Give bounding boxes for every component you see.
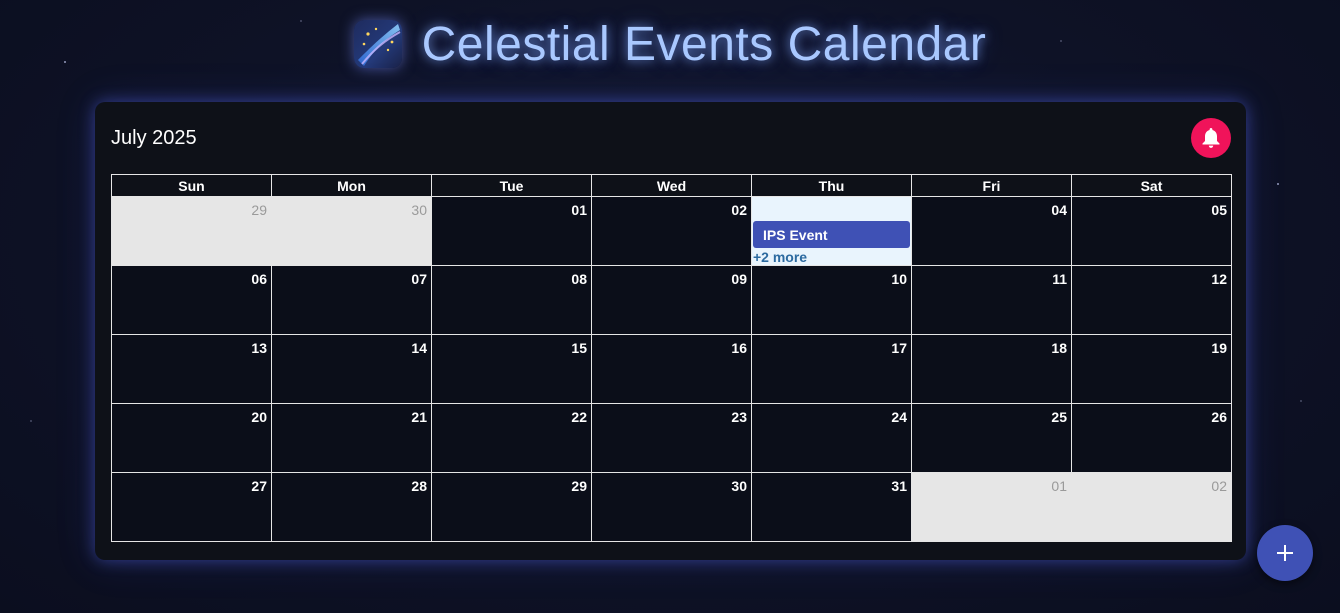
day-cell[interactable]: 13: [112, 335, 272, 404]
day-number: 29: [251, 202, 267, 218]
more-events-link[interactable]: +2 more: [753, 249, 807, 265]
day-cell[interactable]: 12: [1072, 266, 1232, 335]
day-cell-outside-month[interactable]: 30: [272, 197, 432, 266]
day-number: 27: [251, 478, 267, 494]
day-cell[interactable]: 28: [272, 473, 432, 542]
day-number: 10: [891, 271, 907, 287]
day-cell[interactable]: 10: [752, 266, 912, 335]
weekday-header: Tue: [432, 175, 592, 197]
day-number: 11: [1052, 271, 1067, 287]
day-cell[interactable]: 05: [1072, 197, 1232, 266]
day-cell[interactable]: 04: [912, 197, 1072, 266]
day-number: 09: [731, 271, 747, 287]
day-cell[interactable]: 17: [752, 335, 912, 404]
notifications-button[interactable]: [1191, 118, 1231, 158]
day-cell[interactable]: 06: [112, 266, 272, 335]
day-cell-outside-month[interactable]: 29: [112, 197, 272, 266]
day-number: 23: [731, 409, 747, 425]
day-number: 19: [1211, 340, 1227, 356]
day-cell[interactable]: 24: [752, 404, 912, 473]
add-event-button[interactable]: [1257, 525, 1313, 581]
day-cell[interactable]: 22: [432, 404, 592, 473]
star-decoration: [1277, 183, 1279, 185]
day-number: 13: [251, 340, 267, 356]
month-label: July 2025: [111, 127, 197, 149]
day-cell[interactable]: 25: [912, 404, 1072, 473]
day-cell-today[interactable]: IPS Event +2 more: [752, 197, 912, 266]
day-number: 29: [571, 478, 587, 494]
weekday-header: Mon: [272, 175, 432, 197]
day-number: 25: [1051, 409, 1067, 425]
day-number: 18: [1051, 340, 1067, 356]
day-cell[interactable]: 02: [592, 197, 752, 266]
day-number: 31: [891, 478, 907, 494]
day-cell[interactable]: 30: [592, 473, 752, 542]
day-number: 30: [411, 202, 427, 218]
day-number: 17: [891, 340, 907, 356]
day-cell-outside-month[interactable]: 02: [1072, 473, 1232, 542]
day-number: 12: [1211, 271, 1227, 287]
day-cell[interactable]: 15: [432, 335, 592, 404]
day-number: 21: [411, 409, 427, 425]
day-number: 14: [411, 340, 427, 356]
weekday-header: Sat: [1072, 175, 1232, 197]
day-cell[interactable]: 01: [432, 197, 592, 266]
day-cell[interactable]: 08: [432, 266, 592, 335]
day-number: 05: [1211, 202, 1227, 218]
calendar-panel: July 2025 Sun Mon Tue Wed Thu Fri Sat 29 30 01 02 I…: [95, 102, 1246, 560]
day-number: 02: [731, 202, 747, 218]
day-number: 24: [891, 409, 907, 425]
star-decoration: [30, 420, 32, 422]
day-cell-outside-month[interactable]: 01: [912, 473, 1072, 542]
plus-icon: [1277, 545, 1293, 561]
day-cell[interactable]: 11: [912, 266, 1072, 335]
day-cell[interactable]: 18: [912, 335, 1072, 404]
weekday-header: Sun: [112, 175, 272, 197]
day-cell[interactable]: 09: [592, 266, 752, 335]
day-cell[interactable]: 14: [272, 335, 432, 404]
day-cell[interactable]: 21: [272, 404, 432, 473]
day-number: 20: [251, 409, 267, 425]
day-cell[interactable]: 29: [432, 473, 592, 542]
day-number: 01: [571, 202, 587, 218]
page-title: Celestial Events Calendar: [421, 17, 987, 71]
day-number: 26: [1211, 409, 1227, 425]
day-cell[interactable]: 07: [272, 266, 432, 335]
day-cell[interactable]: 26: [1072, 404, 1232, 473]
day-number: 28: [411, 478, 427, 494]
day-number: 08: [571, 271, 587, 287]
day-cell[interactable]: 27: [112, 473, 272, 542]
day-number: 04: [1051, 202, 1067, 218]
event-chip[interactable]: IPS Event: [753, 221, 910, 248]
day-cell[interactable]: 23: [592, 404, 752, 473]
day-cell[interactable]: 20: [112, 404, 272, 473]
calendar-grid: Sun Mon Tue Wed Thu Fri Sat 29 30 01 02 IPS Event +2…: [111, 174, 1232, 542]
weekday-header: Wed: [592, 175, 752, 197]
day-number: 30: [731, 478, 747, 494]
day-cell[interactable]: 31: [752, 473, 912, 542]
day-cell[interactable]: 19: [1072, 335, 1232, 404]
app-header: Celestial Events Calendar: [0, 14, 1340, 74]
day-number: 16: [731, 340, 747, 356]
day-cell[interactable]: 16: [592, 335, 752, 404]
day-number: 01: [1051, 478, 1067, 494]
shooting-star-icon: [353, 20, 402, 68]
weekday-header: Thu: [752, 175, 912, 197]
bell-icon: [1202, 128, 1220, 148]
day-number: 06: [251, 271, 267, 287]
star-decoration: [1300, 400, 1302, 402]
weekday-header: Fri: [912, 175, 1072, 197]
day-number: 02: [1211, 478, 1227, 494]
day-number: 15: [571, 340, 587, 356]
day-number: 22: [571, 409, 587, 425]
day-number: 07: [411, 271, 427, 287]
